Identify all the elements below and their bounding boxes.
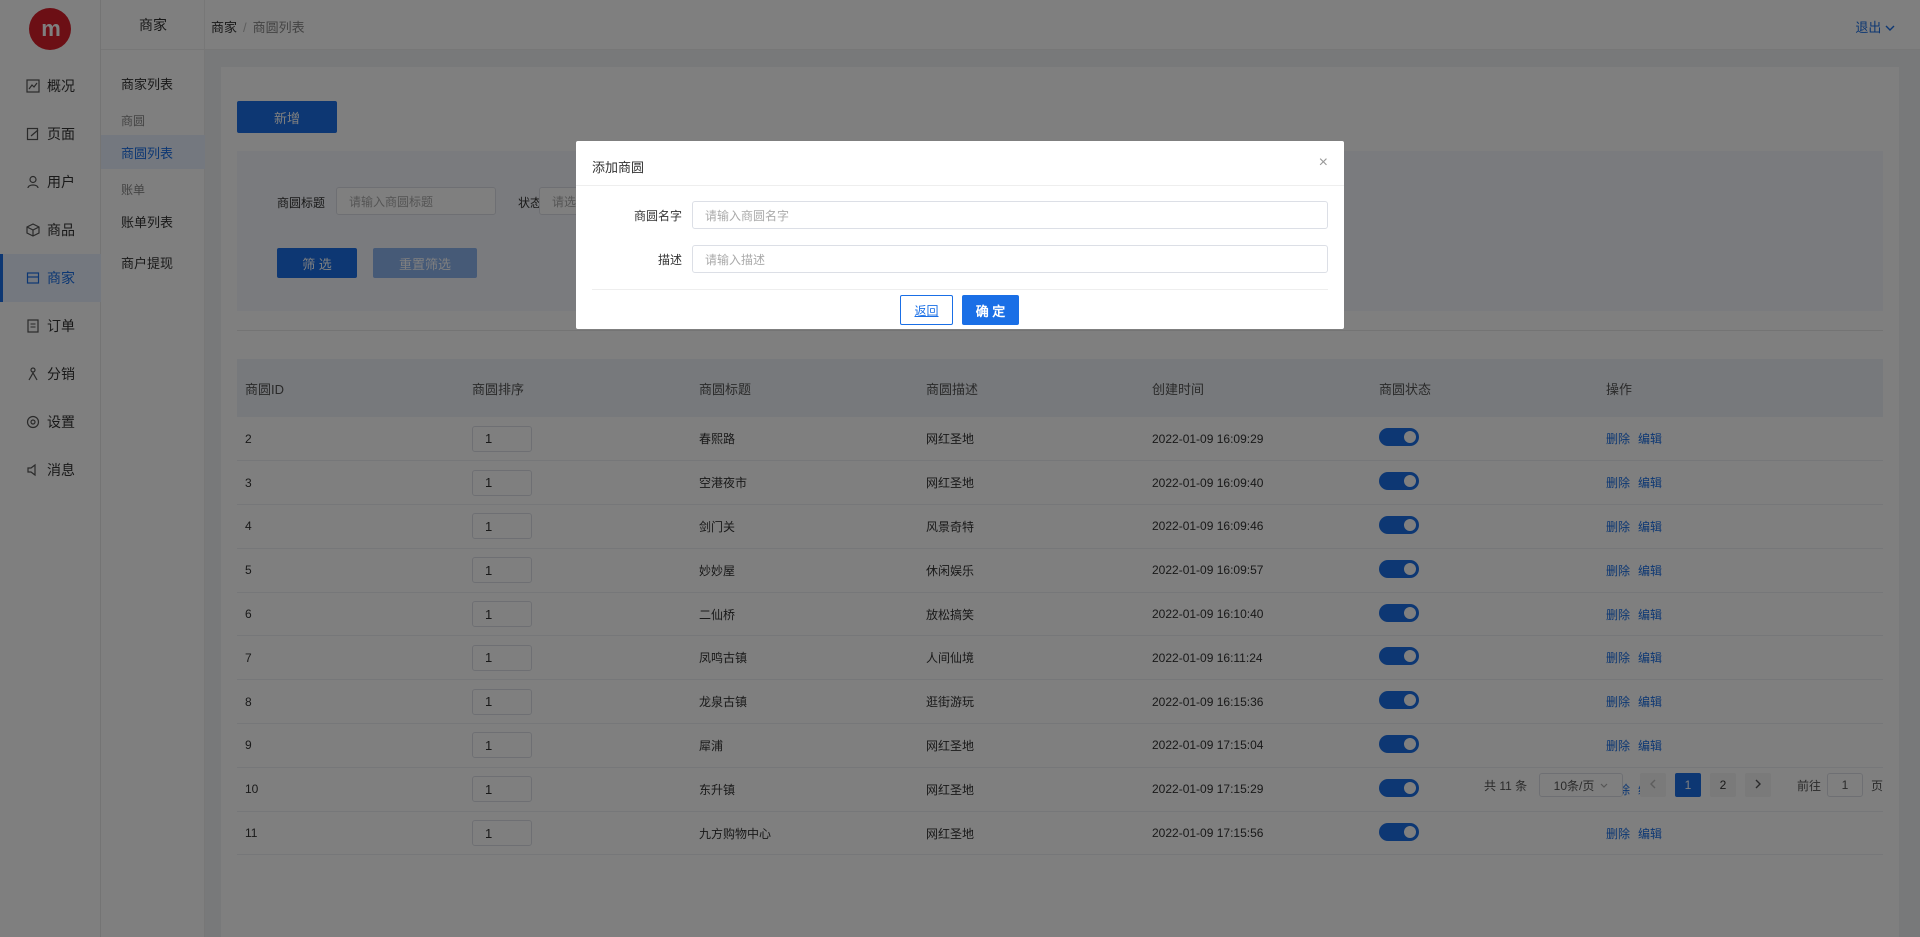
name-field-label: 商圆名字 [633,209,682,223]
dialog-footer-divider [592,289,1328,290]
add-park-dialog: 添加商圆 × 商圆名字 请输入商圆名字 描述 请输入描述 返回 确 定 [576,141,1344,329]
close-icon[interactable]: × [1319,154,1328,172]
back-button[interactable]: 返回 [900,295,953,325]
dialog-divider [576,185,1344,186]
dialog-title: 添加商圆 [592,160,645,175]
desc-field-label: 描述 [657,253,682,267]
park-desc-input[interactable]: 请输入描述 [692,245,1328,273]
park-name-input[interactable]: 请输入商圆名字 [692,201,1328,229]
confirm-button[interactable]: 确 定 [962,295,1019,325]
